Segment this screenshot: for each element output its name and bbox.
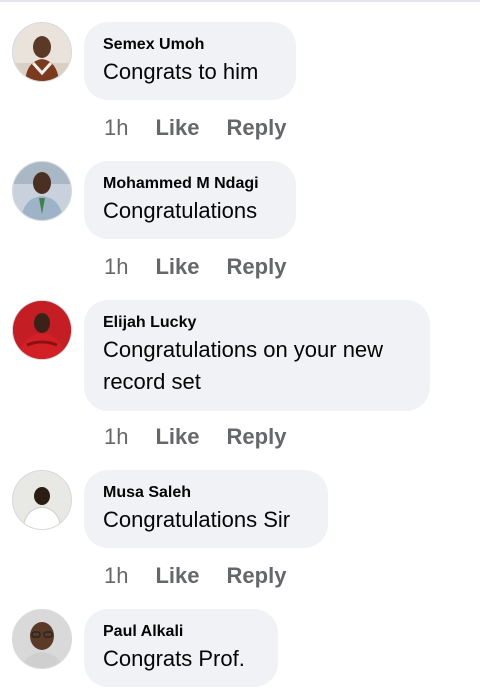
comment-time[interactable]: 1h xyxy=(104,115,128,140)
reply-button[interactable]: Reply xyxy=(227,115,287,140)
comment-text: Congratulations xyxy=(103,198,258,223)
comment-text: Congratulations Sir xyxy=(103,507,291,532)
comment-author[interactable]: Elijah Lucky xyxy=(103,314,410,332)
reply-button[interactable]: Reply xyxy=(227,254,287,279)
avatar[interactable] xyxy=(12,300,72,360)
avatar[interactable] xyxy=(12,609,72,669)
avatar[interactable] xyxy=(12,470,72,530)
comment-bubble: Semex Umoh Congrats to him xyxy=(84,22,296,100)
comment-time[interactable]: 1h xyxy=(104,424,128,449)
avatar[interactable] xyxy=(12,161,72,221)
comment-author[interactable]: Semex Umoh xyxy=(103,36,276,54)
comment-author[interactable]: Paul Alkali xyxy=(103,623,258,641)
top-divider xyxy=(0,0,480,2)
like-button[interactable]: Like xyxy=(155,254,199,279)
comment-text: Congrats Prof. xyxy=(103,646,245,671)
comment-author[interactable]: Mohammed M Ndagi xyxy=(103,175,276,193)
comment-text-line-2: record set xyxy=(103,369,201,394)
comment-bubble: Paul Alkali Congrats Prof. xyxy=(84,609,278,687)
comment-time[interactable]: 1h xyxy=(104,254,128,279)
comment-actions: 1h Like Reply xyxy=(104,115,286,141)
like-button[interactable]: Like xyxy=(155,563,199,588)
comment-actions: 1h Like Reply xyxy=(104,254,286,280)
avatar[interactable] xyxy=(12,22,72,82)
comment-bubble: Mohammed M Ndagi Congratulations xyxy=(84,161,296,239)
like-button[interactable]: Like xyxy=(155,424,199,449)
comment-time[interactable]: 1h xyxy=(104,563,128,588)
comment-bubble: Elijah Lucky Congratulations on your new… xyxy=(84,300,430,411)
comment-actions: 1h Like Reply xyxy=(104,563,286,589)
comment-bubble: Musa Saleh Congratulations Sir xyxy=(84,470,328,548)
comment-author[interactable]: Musa Saleh xyxy=(103,484,308,502)
comment-text: Congrats to him xyxy=(103,59,259,84)
reply-button[interactable]: Reply xyxy=(227,424,287,449)
comment-actions: 1h Like Reply xyxy=(104,424,286,450)
reply-button[interactable]: Reply xyxy=(227,563,287,588)
comment-text-line-1: Congratulations on your new xyxy=(103,337,384,362)
like-button[interactable]: Like xyxy=(155,115,199,140)
